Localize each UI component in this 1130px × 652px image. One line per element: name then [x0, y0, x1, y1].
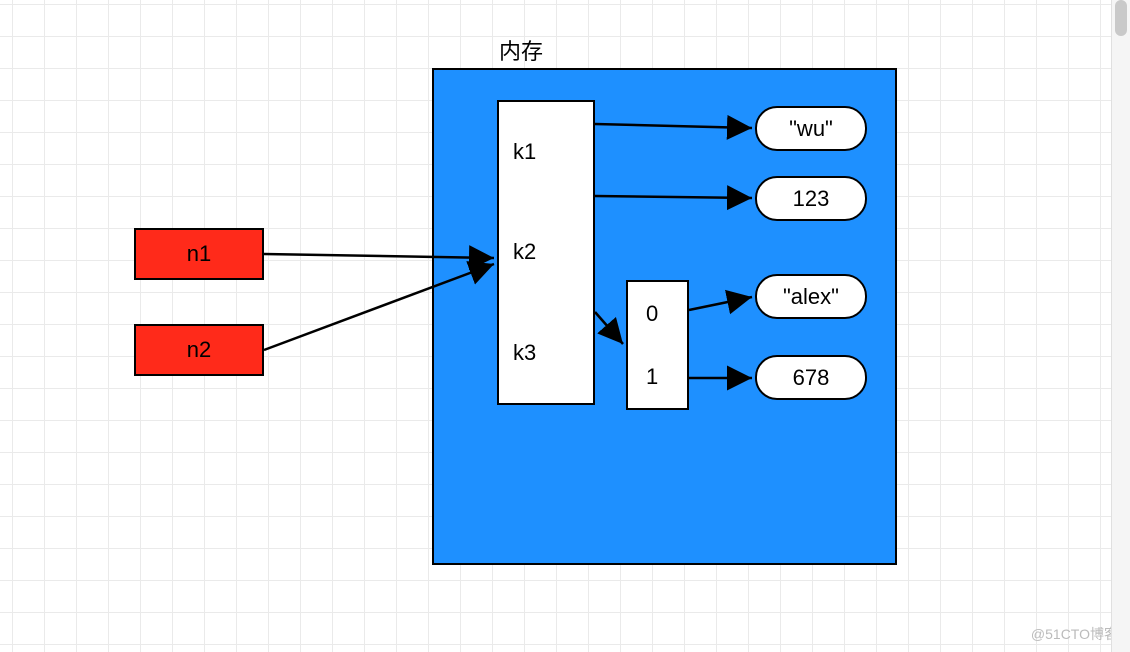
diagram-stage: 内存 n1 n2 k1 k2 k3 0 1 "wu" 123 "alex" 67… [0, 0, 1130, 652]
var-n2-box: n2 [134, 324, 264, 376]
list-index-0: 0 [646, 301, 687, 327]
dict-key-k1: k1 [513, 139, 593, 165]
list-box: 0 1 [626, 280, 689, 410]
value-wu: "wu" [755, 106, 867, 151]
value-123: 123 [755, 176, 867, 221]
dict-box: k1 k2 k3 [497, 100, 595, 405]
var-n1-label: n1 [187, 241, 211, 267]
var-n2-label: n2 [187, 337, 211, 363]
value-678: 678 [755, 355, 867, 400]
value-alex: "alex" [755, 274, 867, 319]
vertical-scrollbar[interactable] [1111, 0, 1130, 652]
list-index-1: 1 [646, 364, 687, 390]
scrollbar-thumb[interactable] [1115, 0, 1127, 36]
memory-title: 内存 [499, 34, 543, 66]
dict-key-k3: k3 [513, 340, 593, 366]
var-n1-box: n1 [134, 228, 264, 280]
dict-key-k2: k2 [513, 239, 593, 265]
watermark: @51CTO博客 [1031, 624, 1118, 644]
